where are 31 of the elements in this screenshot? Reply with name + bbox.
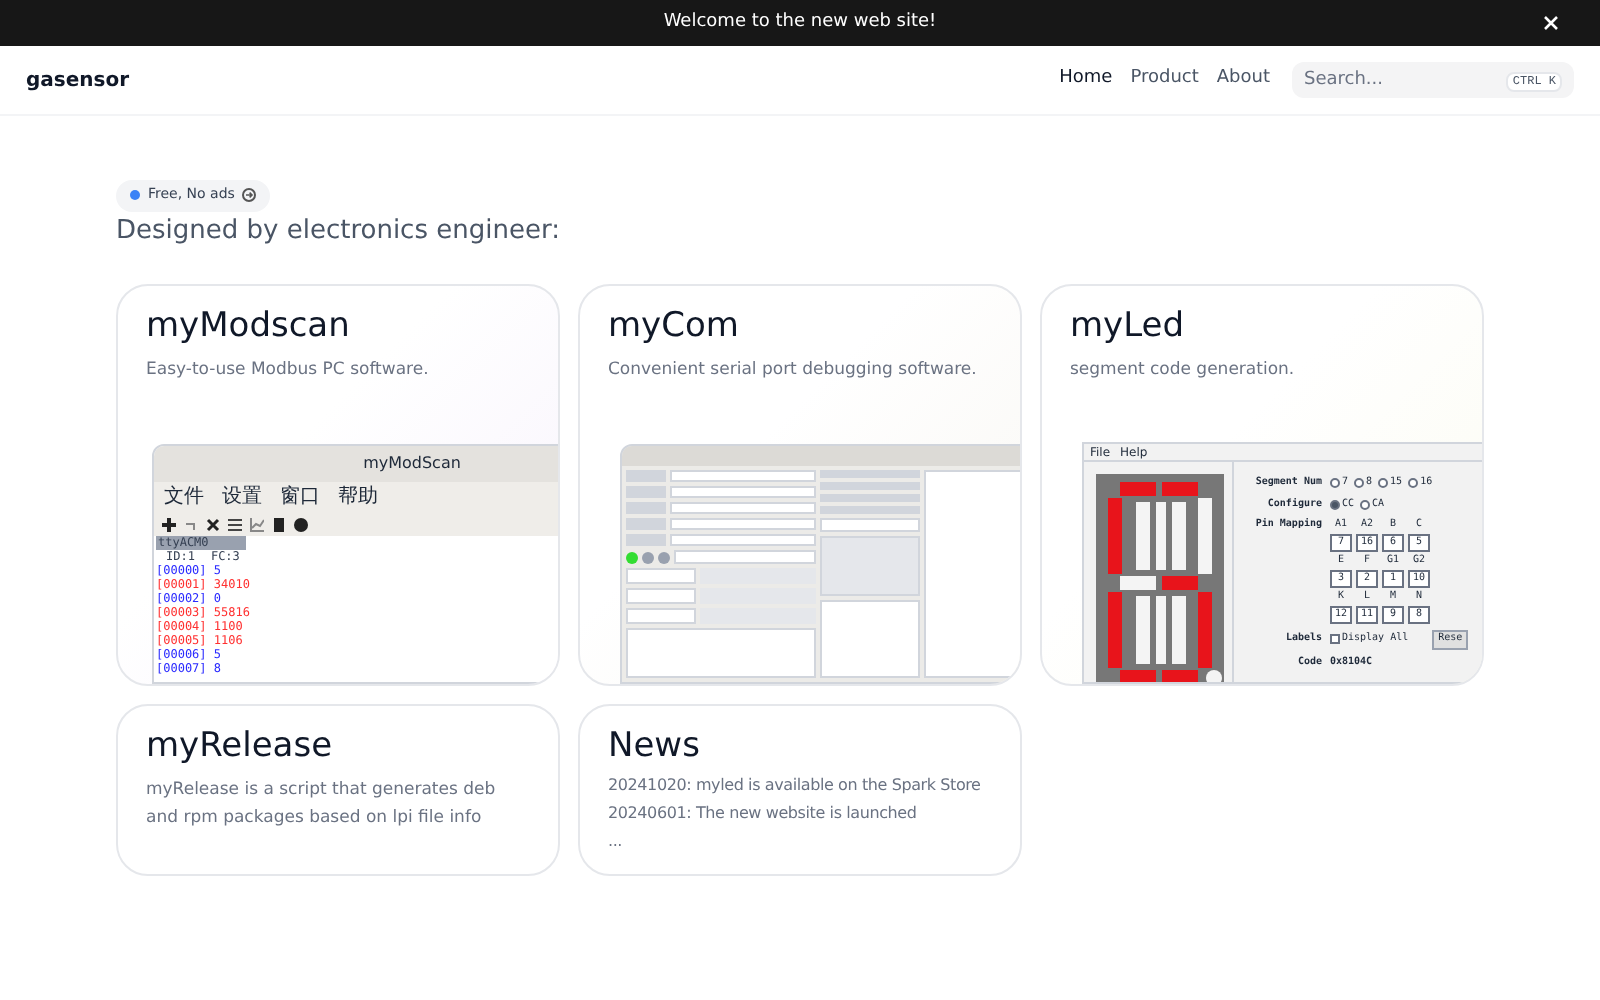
card-description: Easy-to-use Modbus PC software. [146,358,431,384]
news-item: ... [608,830,625,852]
site-logo[interactable]: gasensor [26,65,130,95]
menu-item[interactable]: 文件 [164,482,204,512]
card-title: myRelease [146,724,335,768]
product-card[interactable]: myRelease myRelease is a script that generates deb and rpm packages based on lpi file info [116,704,560,876]
arrow-circle-icon [242,188,257,202]
card-title: News [608,724,702,768]
nav-link[interactable]: Product [1130,66,1199,94]
nav-link[interactable]: Home [1059,66,1113,94]
menu-item[interactable]: 窗口 [280,482,320,512]
plus-icon[interactable] [162,517,176,531]
chart-icon[interactable] [250,517,264,531]
nav-link[interactable]: About [1216,66,1270,94]
product-card[interactable]: News 20241020: myled is available on the Spark Store 20240601: The new website is launched ... [578,704,1022,876]
card-title: myLed [1070,304,1187,348]
list-icon[interactable] [228,517,242,531]
news-item: 20240601: The new website is launched [608,802,919,824]
close-icon[interactable] [206,517,220,531]
card-description: Convenient serial port debugging software. [608,358,979,384]
menu-item[interactable]: 设置 [222,482,262,512]
news-item: 20241020: myled is available on the Spark Store [608,774,983,796]
card-description: segment code generation. [1070,358,1297,384]
card-title: myModscan [146,304,352,348]
card-description: myRelease is a script that generates deb and rpm packages based on lpi file info [146,778,498,832]
section-heading: Designed by electronics engineer: [116,214,562,250]
announcement-text: Welcome to the new web site! [663,9,937,36]
card-title: myCom [608,304,741,348]
product-card[interactable]: myCom Convenient serial port debugging software. [578,284,1022,686]
window-title: myModScan [154,446,558,482]
menu-item[interactable]: 帮助 [338,482,378,512]
